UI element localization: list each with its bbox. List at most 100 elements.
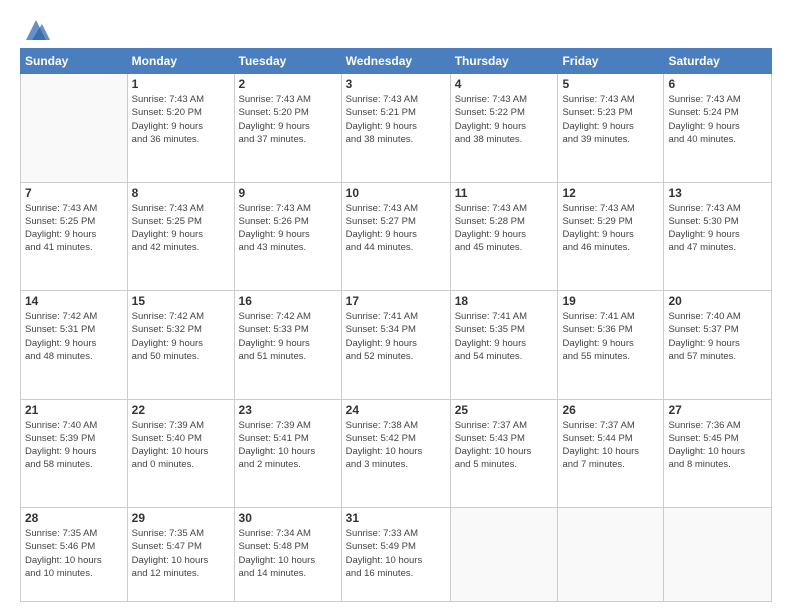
day-number: 3 <box>346 77 446 91</box>
day-info: Sunrise: 7:35 AMSunset: 5:46 PMDaylight:… <box>25 527 123 580</box>
calendar-cell: 27 Sunrise: 7:36 AMSunset: 5:45 PMDayligh… <box>664 399 772 508</box>
calendar-cell: 16Sunrise: 7:42 AMSunset: 5:33 PMDayligh… <box>234 291 341 400</box>
day-info: Sunrise: 7:43 AMSunset: 5:20 PMDaylight:… <box>132 93 230 146</box>
day-number: 31 <box>346 511 446 525</box>
day-number: 28 <box>25 511 123 525</box>
calendar-cell: 5Sunrise: 7:43 AMSunset: 5:23 PMDaylight… <box>558 74 664 183</box>
day-number: 25 <box>455 403 554 417</box>
calendar-week-row: 28 Sunrise: 7:35 AMSunset: 5:46 PMDayligh… <box>21 508 772 602</box>
day-number: 17 <box>346 294 446 308</box>
page: SundayMondayTuesdayWednesdayThursdayFrid… <box>0 0 792 612</box>
calendar-cell: 7 Sunrise: 7:43 AMSunset: 5:25 PMDaylight… <box>21 182 128 291</box>
day-of-week-header: Wednesday <box>341 49 450 74</box>
day-number: 4 <box>455 77 554 91</box>
day-number: 5 <box>562 77 659 91</box>
calendar-cell: 19Sunrise: 7:41 AMSunset: 5:36 PMDayligh… <box>558 291 664 400</box>
day-number: 13 <box>668 186 767 200</box>
calendar-cell: 1 Sunrise: 7:43 AMSunset: 5:20 PMDaylight… <box>127 74 234 183</box>
calendar-cell: 6 Sunrise: 7:43 AMSunset: 5:24 PMDaylight… <box>664 74 772 183</box>
day-info: Sunrise: 7:39 AMSunset: 5:40 PMDaylight:… <box>132 419 230 472</box>
day-info: Sunrise: 7:43 AMSunset: 5:24 PMDaylight:… <box>668 93 767 146</box>
calendar-cell <box>558 508 664 602</box>
calendar-cell <box>450 508 558 602</box>
calendar-cell: 15 Sunrise: 7:42 AMSunset: 5:32 PMDayligh… <box>127 291 234 400</box>
day-number: 11 <box>455 186 554 200</box>
day-info: Sunrise: 7:34 AMSunset: 5:48 PMDaylight:… <box>239 527 337 580</box>
day-info: Sunrise: 7:36 AMSunset: 5:45 PMDaylight:… <box>668 419 767 472</box>
day-info: Sunrise: 7:35 AMSunset: 5:47 PMDaylight:… <box>132 527 230 580</box>
day-info: Sunrise: 7:33 AMSunset: 5:49 PMDaylight:… <box>346 527 446 580</box>
day-number: 27 <box>668 403 767 417</box>
day-info: Sunrise: 7:43 AMSunset: 5:25 PMDaylight:… <box>25 202 123 255</box>
calendar-cell <box>664 508 772 602</box>
calendar-cell: 17 Sunrise: 7:41 AMSunset: 5:34 PMDayligh… <box>341 291 450 400</box>
calendar-cell: 14Sunrise: 7:42 AMSunset: 5:31 PMDayligh… <box>21 291 128 400</box>
day-number: 6 <box>668 77 767 91</box>
calendar-cell: 4 Sunrise: 7:43 AMSunset: 5:22 PMDaylight… <box>450 74 558 183</box>
day-number: 9 <box>239 186 337 200</box>
logo <box>20 16 50 40</box>
calendar-week-row: 1 Sunrise: 7:43 AMSunset: 5:20 PMDaylight… <box>21 74 772 183</box>
calendar-table: SundayMondayTuesdayWednesdayThursdayFrid… <box>20 48 772 602</box>
day-number: 10 <box>346 186 446 200</box>
day-of-week-header: Saturday <box>664 49 772 74</box>
day-number: 23 <box>239 403 337 417</box>
day-number: 16 <box>239 294 337 308</box>
day-info: Sunrise: 7:43 AMSunset: 5:22 PMDaylight:… <box>455 93 554 146</box>
day-info: Sunrise: 7:43 AMSunset: 5:27 PMDaylight:… <box>346 202 446 255</box>
day-info: Sunrise: 7:37 AMSunset: 5:43 PMDaylight:… <box>455 419 554 472</box>
day-number: 24 <box>346 403 446 417</box>
day-info: Sunrise: 7:42 AMSunset: 5:32 PMDaylight:… <box>132 310 230 363</box>
calendar-cell <box>21 74 128 183</box>
calendar-cell: 30Sunrise: 7:34 AMSunset: 5:48 PMDayligh… <box>234 508 341 602</box>
day-info: Sunrise: 7:37 AMSunset: 5:44 PMDaylight:… <box>562 419 659 472</box>
day-number: 8 <box>132 186 230 200</box>
calendar-cell: 23 Sunrise: 7:39 AMSunset: 5:41 PMDayligh… <box>234 399 341 508</box>
day-info: Sunrise: 7:41 AMSunset: 5:34 PMDaylight:… <box>346 310 446 363</box>
calendar-cell: 8 Sunrise: 7:43 AMSunset: 5:25 PMDaylight… <box>127 182 234 291</box>
calendar-cell: 10 Sunrise: 7:43 AMSunset: 5:27 PMDayligh… <box>341 182 450 291</box>
day-of-week-header: Monday <box>127 49 234 74</box>
day-of-week-header: Tuesday <box>234 49 341 74</box>
day-of-week-header: Sunday <box>21 49 128 74</box>
day-number: 12 <box>562 186 659 200</box>
day-number: 19 <box>562 294 659 308</box>
header <box>20 16 772 40</box>
day-info: Sunrise: 7:41 AMSunset: 5:35 PMDaylight:… <box>455 310 554 363</box>
calendar-cell: 26 Sunrise: 7:37 AMSunset: 5:44 PMDayligh… <box>558 399 664 508</box>
calendar-cell: 11Sunrise: 7:43 AMSunset: 5:28 PMDayligh… <box>450 182 558 291</box>
calendar-cell: 3 Sunrise: 7:43 AMSunset: 5:21 PMDaylight… <box>341 74 450 183</box>
day-number: 26 <box>562 403 659 417</box>
calendar-body: 1 Sunrise: 7:43 AMSunset: 5:20 PMDaylight… <box>21 74 772 602</box>
logo-icon <box>22 16 50 44</box>
day-info: Sunrise: 7:43 AMSunset: 5:26 PMDaylight:… <box>239 202 337 255</box>
day-info: Sunrise: 7:39 AMSunset: 5:41 PMDaylight:… <box>239 419 337 472</box>
day-number: 14 <box>25 294 123 308</box>
calendar-header: SundayMondayTuesdayWednesdayThursdayFrid… <box>21 49 772 74</box>
calendar-week-row: 14Sunrise: 7:42 AMSunset: 5:31 PMDayligh… <box>21 291 772 400</box>
day-of-week-header: Thursday <box>450 49 558 74</box>
day-number: 2 <box>239 77 337 91</box>
calendar-cell: 13 Sunrise: 7:43 AMSunset: 5:30 PMDayligh… <box>664 182 772 291</box>
header-row: SundayMondayTuesdayWednesdayThursdayFrid… <box>21 49 772 74</box>
calendar-cell: 9 Sunrise: 7:43 AMSunset: 5:26 PMDaylight… <box>234 182 341 291</box>
calendar-cell: 18 Sunrise: 7:41 AMSunset: 5:35 PMDayligh… <box>450 291 558 400</box>
day-info: Sunrise: 7:38 AMSunset: 5:42 PMDaylight:… <box>346 419 446 472</box>
calendar-cell: 24 Sunrise: 7:38 AMSunset: 5:42 PMDayligh… <box>341 399 450 508</box>
calendar-cell: 22 Sunrise: 7:39 AMSunset: 5:40 PMDayligh… <box>127 399 234 508</box>
day-info: Sunrise: 7:40 AMSunset: 5:37 PMDaylight:… <box>668 310 767 363</box>
day-info: Sunrise: 7:43 AMSunset: 5:21 PMDaylight:… <box>346 93 446 146</box>
day-info: Sunrise: 7:43 AMSunset: 5:25 PMDaylight:… <box>132 202 230 255</box>
day-info: Sunrise: 7:43 AMSunset: 5:30 PMDaylight:… <box>668 202 767 255</box>
day-number: 1 <box>132 77 230 91</box>
calendar-cell: 25 Sunrise: 7:37 AMSunset: 5:43 PMDayligh… <box>450 399 558 508</box>
calendar-cell: 20Sunrise: 7:40 AMSunset: 5:37 PMDayligh… <box>664 291 772 400</box>
calendar-cell: 31 Sunrise: 7:33 AMSunset: 5:49 PMDayligh… <box>341 508 450 602</box>
calendar-cell: 29Sunrise: 7:35 AMSunset: 5:47 PMDayligh… <box>127 508 234 602</box>
day-number: 7 <box>25 186 123 200</box>
day-info: Sunrise: 7:40 AMSunset: 5:39 PMDaylight:… <box>25 419 123 472</box>
calendar-cell: 2Sunrise: 7:43 AMSunset: 5:20 PMDaylight… <box>234 74 341 183</box>
day-number: 18 <box>455 294 554 308</box>
day-number: 15 <box>132 294 230 308</box>
day-number: 22 <box>132 403 230 417</box>
